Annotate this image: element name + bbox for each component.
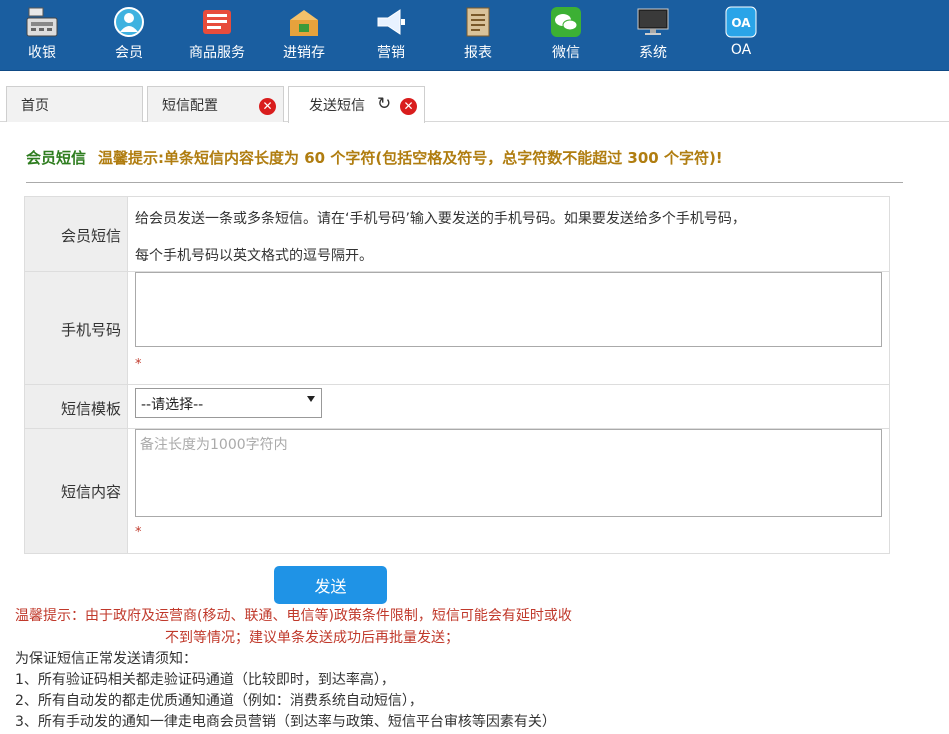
nav-label: 微信: [552, 45, 580, 61]
divider: [26, 182, 903, 183]
nav-item-inventory[interactable]: 进销存: [267, 0, 341, 70]
close-icon[interactable]: ✕: [400, 98, 417, 115]
row-content: 短信内容 *: [25, 429, 889, 553]
nav-item-report[interactable]: 报表: [441, 0, 515, 70]
nav-item-marketing[interactable]: 营销: [354, 0, 428, 70]
row-label-cell: 短信模板: [25, 385, 128, 428]
nav-label: 系统: [639, 45, 667, 61]
nav-item-wechat[interactable]: 微信: [529, 0, 603, 70]
notes-item: 为保证短信正常发送请须知：: [15, 651, 197, 667]
member-sms-desc-line2: 每个手机号码以英文格式的逗号隔开。: [135, 248, 373, 264]
send-button[interactable]: 发送: [274, 566, 387, 604]
warning-line2: 不到等情况；建议单条发送成功后再批量发送；: [165, 630, 459, 646]
required-mark: *: [135, 525, 142, 540]
nav-label: 会员: [115, 45, 143, 61]
top-navigation: 收银 会员 商品服务 进销存 营销 报表 微信 系统 OA OA: [0, 0, 949, 71]
nav-label: 商品服务: [189, 45, 245, 61]
nav-label: 营销: [377, 45, 405, 61]
nav-item-member[interactable]: 会员: [92, 0, 166, 70]
length-hint: 温馨提示:单条短信内容长度为 60 个字符(包括空格及符号，总字符数不能超过 3…: [98, 149, 723, 167]
template-label: 短信模板: [60, 400, 121, 418]
nav-label: OA: [730, 42, 752, 58]
oa-icon-text: OA: [731, 16, 751, 30]
megaphone-icon: [377, 9, 405, 35]
phone-input[interactable]: [135, 272, 882, 347]
template-selected: --请选择--: [141, 397, 204, 413]
row-label-cell: 会员短信: [25, 197, 128, 271]
content-input[interactable]: [135, 429, 882, 517]
nav-label: 收银: [28, 45, 56, 61]
template-select[interactable]: --请选择--: [135, 388, 322, 418]
tab-send-sms[interactable]: 发送短信 ↻ ✕: [288, 86, 425, 123]
tab-bar: 首页 短信配置 ✕ 发送短信 ↻ ✕: [0, 71, 949, 123]
nav-item-system[interactable]: 系统: [616, 0, 690, 70]
oa-icon: OA: [725, 6, 757, 38]
nav-label: 进销存: [283, 45, 325, 61]
tab-label: 短信配置: [162, 98, 218, 114]
cash-register-icon: [26, 7, 58, 37]
notes-item: 1、所有验证码相关都走验证码通道（比较即时，到达率高），: [15, 672, 395, 688]
tab-label: 发送短信: [309, 98, 365, 114]
row-phone: 手机号码 *: [25, 272, 889, 385]
wechat-icon: [551, 7, 581, 37]
tab-sms-config[interactable]: 短信配置 ✕: [147, 86, 284, 122]
nav-item-oa[interactable]: OA OA: [704, 0, 778, 70]
warning-line1: 温馨提示：由于政府及运营商(移动、联通、电信等)政策条件限制，短信可能会有延时或…: [15, 608, 572, 624]
member-icon: [114, 7, 144, 37]
refresh-icon[interactable]: ↻: [377, 94, 391, 114]
notes-item: 3、所有手动发的通知一律走电商会员营销（到达率与政策、短信平台审核等因素有关）: [15, 714, 556, 730]
row-label-cell: 手机号码: [25, 272, 128, 384]
monitor-icon: [637, 8, 669, 35]
sms-form: 会员短信 给会员发送一条或多条短信。请在‘手机号码’输入要发送的手机号码。如果要…: [24, 196, 890, 554]
nav-item-goods[interactable]: 商品服务: [180, 0, 254, 70]
member-sms-desc-line1: 给会员发送一条或多条短信。请在‘手机号码’输入要发送的手机号码。如果要发送给多个…: [135, 211, 746, 227]
goods-icon: [203, 10, 231, 34]
close-icon[interactable]: ✕: [259, 98, 276, 115]
nav-item-cashier[interactable]: 收银: [5, 0, 79, 70]
content-label: 短信内容: [60, 483, 121, 501]
tab-home[interactable]: 首页: [6, 86, 143, 122]
tab-label: 首页: [21, 98, 49, 114]
member-sms-label: 会员短信: [60, 227, 121, 245]
inventory-icon: [290, 10, 318, 36]
page-title: 会员短信: [26, 149, 87, 167]
chevron-down-icon: [307, 396, 315, 402]
page-heading: 会员短信 温馨提示:单条短信内容长度为 60 个字符(包括空格及符号，总字符数不能…: [26, 147, 723, 168]
required-mark: *: [135, 357, 142, 372]
nav-label: 报表: [464, 45, 492, 61]
row-label-cell: 短信内容: [25, 429, 128, 553]
row-member-sms: 会员短信 给会员发送一条或多条短信。请在‘手机号码’输入要发送的手机号码。如果要…: [25, 197, 889, 272]
row-template: 短信模板 --请选择--: [25, 385, 889, 429]
report-icon: [466, 7, 490, 37]
phone-label: 手机号码: [60, 321, 121, 339]
notes-item: 2、所有自动发的都走优质通知通道（例如：消费系统自动短信），: [15, 693, 423, 709]
